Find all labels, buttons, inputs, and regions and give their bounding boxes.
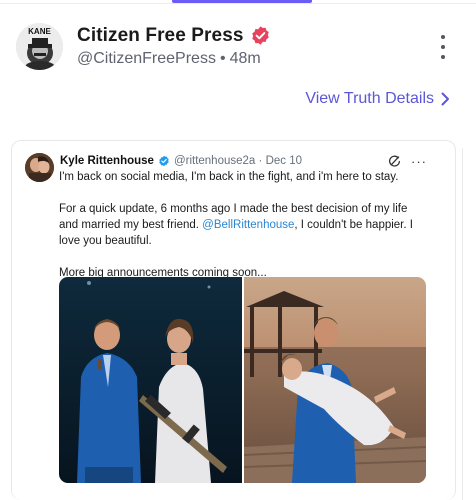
tweet-actions: ··· [388, 154, 427, 169]
kebab-dot [441, 45, 445, 49]
post-header: KANE Citizen Free Press @CitizenFreePres… [16, 20, 460, 72]
tweet-paragraph: I'm back on social media, I'm back in th… [59, 171, 399, 183]
avatar-logo-text: KANE [28, 27, 51, 36]
handle-row: @CitizenFreePress • 48m [77, 50, 271, 68]
tweet-meta: Kyle Rittenhouse @rittenhouse2a · Dec 10 [60, 155, 302, 167]
grok-icon[interactable] [388, 155, 401, 168]
tweet-photo-left[interactable] [59, 277, 242, 483]
post-menu-button[interactable] [438, 35, 448, 59]
account-avatar[interactable]: KANE [16, 22, 63, 70]
kebab-dot [441, 55, 445, 59]
account-identity: Citizen Free Press @CitizenFreePress • 48m [77, 25, 271, 68]
verified-badge-icon [251, 26, 269, 45]
wedding-photo-night-image [59, 277, 242, 483]
wedding-photo-dock-image [244, 277, 426, 483]
tweet-handle-text[interactable]: @rittenhouse2a [174, 155, 255, 167]
tweet-author-avatar[interactable] [25, 153, 54, 182]
account-handle[interactable]: @CitizenFreePress [77, 50, 216, 67]
tweet-photo-right[interactable] [244, 277, 426, 483]
meta-separator: • [219, 49, 226, 67]
chevron-right-icon [441, 92, 449, 106]
avatar-image: KANE [16, 22, 63, 70]
post-time[interactable]: 48m [230, 50, 261, 67]
tweet-text: I'm back on social media, I'm back in th… [59, 169, 429, 281]
view-details-label: View Truth Details [305, 90, 434, 107]
kebab-dot [441, 35, 445, 39]
tweet-date[interactable]: Dec 10 [266, 155, 302, 167]
tweet-author-handle: @rittenhouse2a · Dec 10 [174, 155, 302, 167]
tweet-verified-icon [159, 155, 169, 167]
view-truth-details-link[interactable]: View Truth Details [305, 90, 450, 108]
tweet-mention-link[interactable]: @BellRittenhouse [202, 219, 294, 231]
embedded-tweet-card[interactable]: Kyle Rittenhouse @rittenhouse2a · Dec 10… [11, 140, 456, 500]
account-name[interactable]: Citizen Free Press [77, 25, 244, 47]
tweet-paragraph: For a quick update, 6 months ago I made … [59, 201, 429, 249]
scroll-edge [462, 148, 463, 500]
tweet-separator: · [258, 155, 263, 167]
tweet-media [59, 277, 426, 483]
tweet-more-button[interactable]: ··· [411, 154, 427, 169]
top-divider [0, 3, 476, 4]
tweet-author-name[interactable]: Kyle Rittenhouse [60, 155, 154, 167]
tweet-avatar-image [25, 153, 54, 182]
